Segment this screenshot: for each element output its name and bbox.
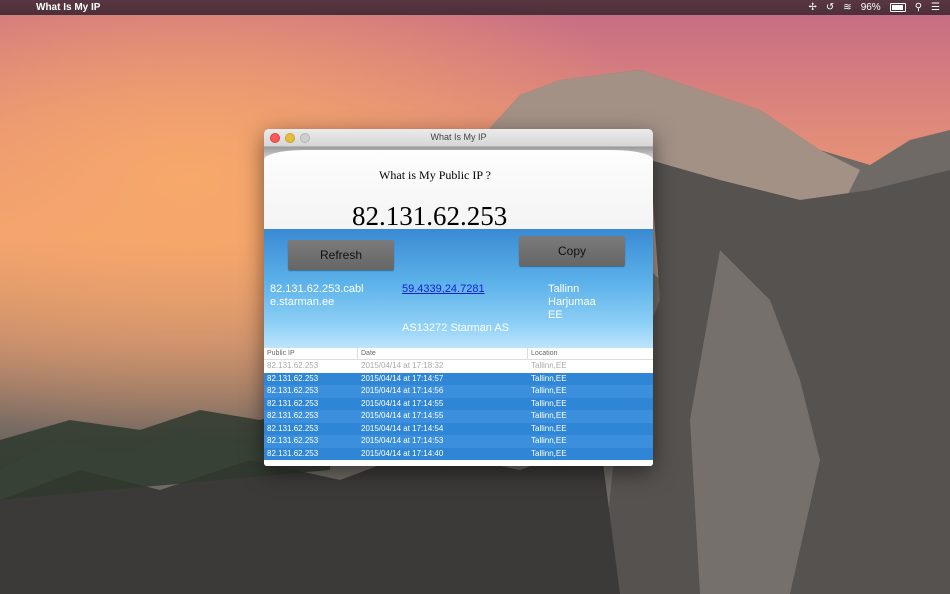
battery-percent: 96% (860, 2, 881, 13)
table-body: 82.131.62.253 2015/04/14 at 17:18:32 Talli… (264, 360, 653, 460)
menu-bar: What Is My IP ✢ ↺ ≋ 96% ⚲ ☰ (0, 0, 950, 15)
notification-center-icon[interactable]: ☰ (931, 2, 940, 13)
ip-display-panel: What is My Public IP ? 82.131.62.253 (264, 147, 653, 229)
cell-date: 2015/04/14 at 17:14:40 (361, 448, 444, 458)
cell-location: Tallinn,EE (531, 361, 567, 370)
table-row[interactable]: 82.131.62.253 2015/04/14 at 17:14:40 Talli… (264, 447, 653, 460)
country-label: EE (548, 309, 563, 321)
table-row[interactable]: 82.131.62.253 2015/04/14 at 17:14:55 Talli… (264, 410, 653, 423)
public-ip-value: 82.131.62.253 (352, 201, 508, 229)
cell-ip: 82.131.62.253 (267, 373, 319, 383)
asn-label: AS13272 Starman AS (402, 322, 510, 334)
cell-ip: 82.131.62.253 (267, 423, 319, 433)
main-panel: What is My Public IP ? 82.131.62.253 Ref… (264, 147, 653, 349)
cell-location: Tallinn,EE (531, 436, 567, 445)
cell-location: Tallinn,EE (531, 423, 567, 433)
cell-ip: 82.131.62.253 (267, 386, 319, 395)
title-bar[interactable]: What Is My IP (264, 129, 653, 147)
column-header-date[interactable]: Date (358, 348, 528, 359)
column-header-location[interactable]: Location (528, 348, 653, 359)
battery-icon[interactable] (889, 3, 906, 12)
cell-ip: 82.131.62.253 (267, 361, 319, 370)
vpn-icon[interactable]: ✢ (809, 2, 817, 13)
cell-ip: 82.131.62.253 (267, 448, 319, 458)
spotlight-icon[interactable]: ⚲ (915, 2, 922, 13)
window-title: What Is My IP (430, 132, 487, 142)
cell-location: Tallinn,EE (531, 373, 567, 383)
table-row[interactable]: 82.131.62.253 2015/04/14 at 17:18:32 Talli… (264, 360, 653, 373)
cell-ip: 82.131.62.253 (267, 436, 319, 445)
app-menu[interactable]: What Is My IP (36, 2, 100, 13)
table-row[interactable]: 82.131.62.253 2015/04/14 at 17:14:53 Talli… (264, 435, 653, 448)
time-machine-icon[interactable]: ↺ (826, 2, 834, 13)
wifi-icon[interactable]: ≋ (843, 2, 851, 13)
copy-button[interactable]: Copy (519, 236, 625, 266)
cell-location: Tallinn,EE (531, 448, 567, 458)
zoom-button[interactable] (300, 133, 310, 143)
coordinates-link[interactable]: 59.4339,24.7281 (402, 283, 485, 296)
table-row[interactable]: 82.131.62.253 2015/04/14 at 17:14:55 Talli… (264, 397, 653, 410)
minimize-button[interactable] (285, 133, 295, 143)
table-header: Public IP Date Location (264, 348, 653, 360)
hostname-label: 82.131.62.253.cable.starman.ee (270, 283, 364, 308)
cell-date: 2015/04/14 at 17:14:53 (361, 436, 444, 445)
column-header-ip[interactable]: Public IP (264, 348, 358, 359)
cell-ip: 82.131.62.253 (267, 398, 319, 408)
table-row[interactable]: 82.131.62.253 2015/04/14 at 17:14:57 Talli… (264, 372, 653, 385)
history-table[interactable]: Public IP Date Location 82.131.62.253 201… (264, 348, 653, 466)
city-label: Tallinn (548, 283, 580, 295)
refresh-button[interactable]: Refresh (288, 240, 394, 270)
status-menus: ✢ ↺ ≋ 96% ⚲ ☰ (809, 2, 940, 13)
app-window: What Is My IP What is My Public IP ? 82.… (264, 129, 653, 466)
cell-location: Tallinn,EE (531, 411, 567, 420)
cell-location: Tallinn,EE (531, 398, 567, 408)
cell-date: 2015/04/14 at 17:14:55 (361, 398, 444, 408)
cell-date: 2015/04/14 at 17:14:55 (361, 411, 444, 420)
cell-date: 2015/04/14 at 17:18:32 (361, 361, 444, 370)
cell-location: Tallinn,EE (531, 386, 567, 395)
table-row[interactable]: 82.131.62.253 2015/04/14 at 17:14:56 Talli… (264, 385, 653, 398)
close-button[interactable] (270, 133, 280, 143)
cell-date: 2015/04/14 at 17:14:56 (361, 386, 444, 395)
question-label: What is My Public IP ? (379, 168, 491, 182)
window-controls (270, 133, 310, 143)
table-row[interactable]: 82.131.62.253 2015/04/14 at 17:14:54 Talli… (264, 422, 653, 435)
cell-date: 2015/04/14 at 17:14:57 (361, 373, 444, 383)
region-label: Harjumaa (548, 296, 596, 308)
cell-date: 2015/04/14 at 17:14:54 (361, 423, 444, 433)
location-label: Tallinn Harjumaa EE (548, 283, 596, 322)
cell-ip: 82.131.62.253 (267, 411, 319, 420)
